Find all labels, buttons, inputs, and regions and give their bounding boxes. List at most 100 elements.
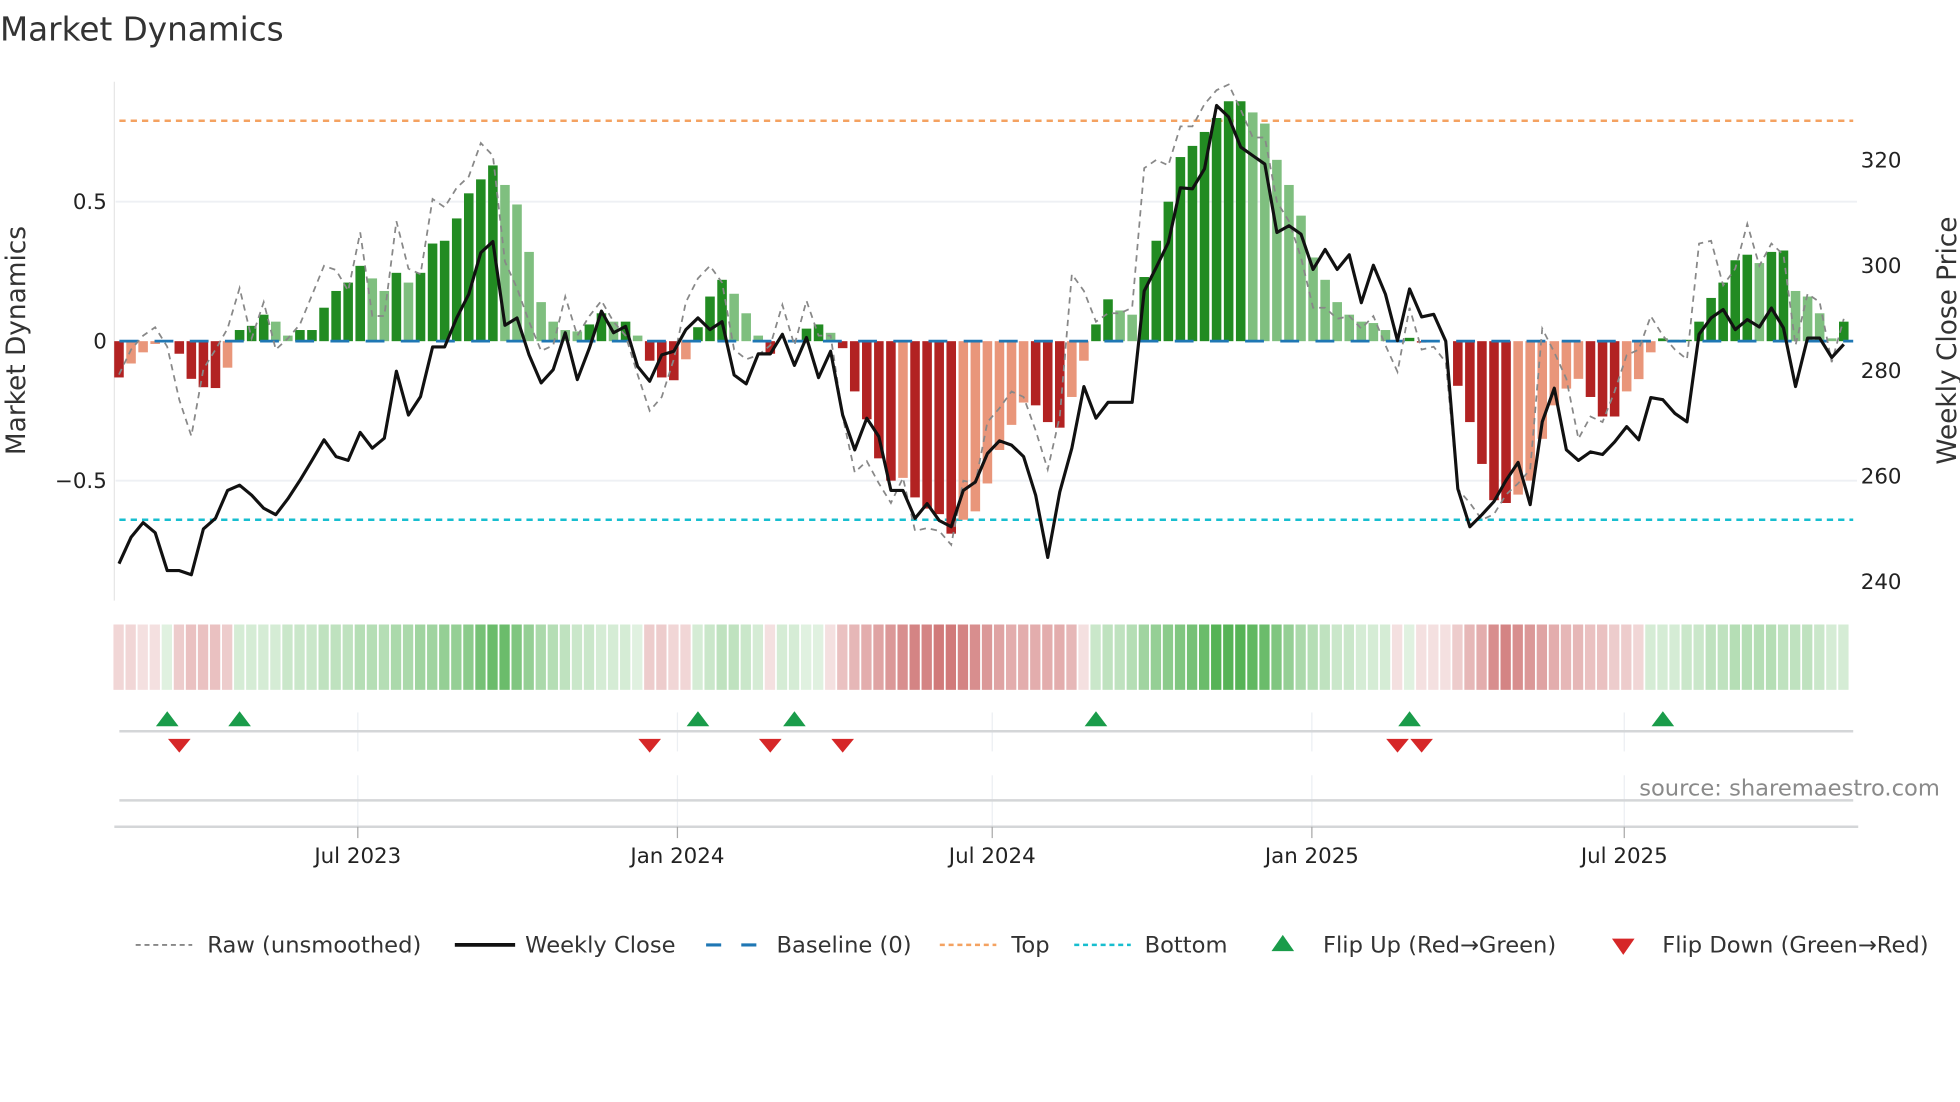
momentum-bar <box>632 335 643 342</box>
regime-cell <box>1814 624 1825 690</box>
momentum-bar <box>1754 263 1765 342</box>
regime-cell <box>1693 624 1704 690</box>
momentum-bar <box>1247 112 1258 342</box>
regime-cell <box>1223 624 1234 690</box>
regime-cell <box>1572 624 1584 690</box>
momentum-bar <box>1067 341 1077 397</box>
momentum-bar <box>705 296 715 342</box>
regime-cell <box>849 624 860 690</box>
regime-cell <box>921 624 932 690</box>
legend: Raw (unsmoothed) Weekly Close Baseline (… <box>135 932 1929 958</box>
regime-cell <box>583 624 595 690</box>
regime-cell <box>873 624 884 690</box>
left-axis-ticks: 0.5 0 −0.5 <box>55 190 107 494</box>
regime-cell <box>668 624 679 690</box>
legend-flip-down-label: Flip Down (Green→Red) <box>1662 932 1928 958</box>
regime-cell <box>1283 624 1294 690</box>
momentum-bar <box>1079 341 1089 361</box>
regime-cell <box>728 624 739 690</box>
momentum-bar <box>1453 341 1463 386</box>
momentum-bar <box>536 302 546 342</box>
legend-close-label: Weekly Close <box>525 932 675 958</box>
momentum-bar <box>1597 341 1608 417</box>
regime-cell <box>427 624 438 690</box>
momentum-bar <box>1826 338 1837 342</box>
regime-cell <box>933 624 944 690</box>
regime-cell <box>1355 624 1367 690</box>
flip-down-marker <box>638 738 661 753</box>
market-dynamics-chart: Market Dynamics 0.5 0 −0.5 320 300 280 260 240… <box>0 10 1960 958</box>
regime-cell <box>1536 624 1548 690</box>
regime-cell <box>1669 624 1680 690</box>
regime-cell <box>571 624 583 690</box>
regime-cell <box>378 624 390 690</box>
regime-cell <box>704 624 715 690</box>
momentum-bar <box>271 321 281 342</box>
left-axis-label: Market Dynamics <box>2 226 32 455</box>
momentum-bar <box>994 341 1005 450</box>
momentum-bar <box>922 341 932 509</box>
regime-cell <box>1428 624 1439 690</box>
regime-cell <box>1548 624 1560 690</box>
regime-cell <box>270 624 281 690</box>
left-tick-label: 0.5 <box>73 190 107 215</box>
regime-cell <box>837 624 848 690</box>
flip-up-marker <box>228 711 251 727</box>
momentum-bar <box>391 272 402 342</box>
regime-cell <box>909 624 920 690</box>
momentum-bar <box>126 341 136 364</box>
regime-cell <box>800 624 812 690</box>
legend-flip-down-icon <box>1611 938 1635 955</box>
regime-cell <box>1066 624 1077 690</box>
flip-up-marker <box>686 711 710 727</box>
regime-cell <box>1186 624 1198 690</box>
regime-cell <box>969 624 981 690</box>
momentum-bar <box>1223 101 1234 342</box>
flip-down-marker <box>167 738 191 753</box>
regime-cell <box>620 624 631 690</box>
regime-cell <box>1464 624 1475 690</box>
regime-cell <box>1416 624 1427 690</box>
left-tick-label: −0.5 <box>55 469 107 494</box>
momentum-bar <box>1091 324 1101 342</box>
momentum-bar <box>403 282 414 342</box>
regime-cell <box>1681 624 1692 690</box>
regime-cell <box>1307 624 1318 690</box>
regime-cell <box>1584 624 1596 690</box>
regime-cell <box>692 624 703 690</box>
momentum-bar <box>427 243 438 342</box>
flip-up-marker <box>1651 711 1675 727</box>
regime-cell <box>1560 624 1572 690</box>
right-axis-label: Weekly Close Price <box>1933 216 1960 464</box>
regime-cell <box>1500 624 1511 690</box>
regime-cell <box>185 624 197 690</box>
flip-up-marker <box>1084 711 1108 727</box>
regime-cell <box>1440 624 1451 690</box>
regime-cell <box>1717 624 1728 690</box>
regime-cell <box>487 624 498 690</box>
regime-cell <box>1838 624 1849 690</box>
regime-cell <box>125 624 136 690</box>
left-tick-label: 0 <box>93 330 107 355</box>
momentum-bar <box>1320 279 1330 342</box>
x-axis-ticks: Jul 2023 Jan 2024 Jul 2024 Jan 2025 Jul 2025 <box>312 826 1668 869</box>
regime-cell <box>716 624 727 690</box>
momentum-bar <box>258 314 269 342</box>
regime-cell <box>354 624 365 690</box>
regime-cell <box>1319 624 1330 690</box>
regime-cell <box>1512 624 1523 690</box>
regime-cell <box>680 624 691 690</box>
regime-cell <box>1331 624 1342 690</box>
momentum-bar <box>186 341 197 379</box>
regime-cell <box>1753 624 1765 690</box>
regime-cell <box>1802 624 1813 690</box>
regime-cell <box>1645 624 1656 690</box>
regime-cell <box>173 624 185 690</box>
regime-cell <box>294 624 305 690</box>
flip-down-marker <box>758 738 782 753</box>
regime-cell <box>1090 624 1101 690</box>
regime-cell <box>1271 624 1282 690</box>
regime-cell <box>559 624 571 690</box>
regime-cell <box>197 624 209 690</box>
flip-up-marker <box>783 711 806 727</box>
